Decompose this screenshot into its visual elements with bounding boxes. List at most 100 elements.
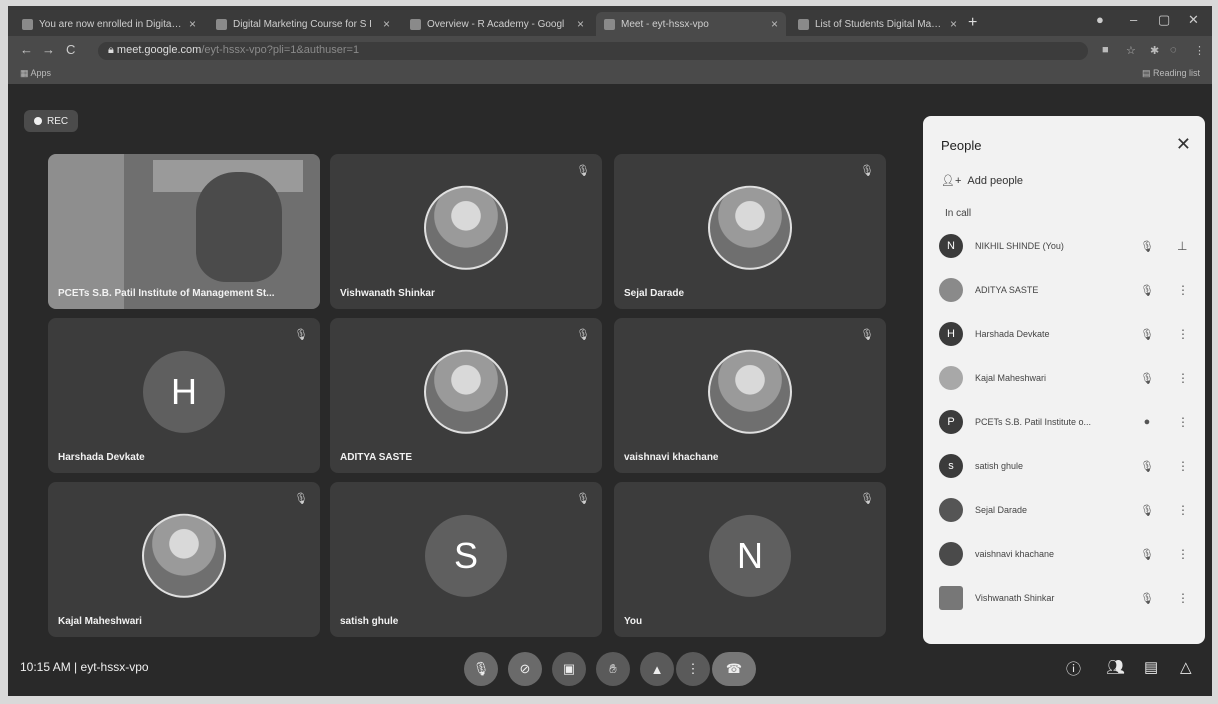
- participant-tile[interactable]: PCETs S.B. Patil Institute of Management…: [48, 154, 320, 309]
- forward-icon[interactable]: →: [42, 42, 55, 57]
- reload-icon[interactable]: C: [66, 42, 75, 57]
- participant-tile[interactable]: 🎙︎ vaishnavi khachane: [614, 318, 886, 473]
- mic-off-icon[interactable]: 🎙︎: [1137, 240, 1157, 253]
- reading-list-button[interactable]: ▤ Reading list: [1142, 68, 1200, 79]
- new-tab-button[interactable]: +: [968, 14, 977, 32]
- participant-name: Sejal Darade: [975, 505, 1028, 515]
- participant-name: ADITYA SASTE: [975, 285, 1039, 295]
- apps-shortcut[interactable]: ▦ Apps: [20, 68, 51, 79]
- people-icon[interactable]: 👥︎: [1106, 658, 1125, 676]
- more-vert-icon[interactable]: ⋮: [1177, 327, 1189, 341]
- profile-icon[interactable]: ●: [1096, 12, 1104, 27]
- add-people-button[interactable]: 👤︎+ Add people: [941, 174, 1023, 188]
- leave-call-button[interactable]: ☎︎: [712, 652, 756, 686]
- extensions-icon[interactable]: ✱: [1150, 44, 1159, 57]
- mic-off-icon[interactable]: 🎙︎: [1137, 372, 1157, 385]
- captions-button[interactable]: ▣: [552, 652, 586, 686]
- participant-avatar: [939, 586, 963, 610]
- mic-off-icon[interactable]: 🎙︎: [1137, 592, 1157, 605]
- participant-avatar: P: [939, 410, 963, 434]
- tab-close-icon[interactable]: ×: [577, 17, 584, 31]
- more-vert-icon[interactable]: ⋮: [1177, 415, 1189, 429]
- bookmark-star-icon[interactable]: ☆: [1126, 44, 1136, 57]
- tab-close-icon[interactable]: ×: [771, 17, 778, 31]
- participant-avatar: [142, 513, 226, 598]
- participant-row[interactable]: Kajal Maheshwari 🎙︎ ⋮: [939, 360, 1195, 396]
- meeting-info: 10:15 AM | eyt-hssx-vpo: [20, 660, 149, 674]
- participant-tile[interactable]: 🎙︎ S satish ghule: [330, 482, 602, 637]
- more-options-button[interactable]: ⋮: [676, 652, 710, 686]
- recording-indicator: REC: [24, 110, 79, 132]
- mic-off-icon[interactable]: 🎙︎: [1137, 284, 1157, 297]
- camera-toggle-button[interactable]: ⊘: [508, 652, 542, 686]
- participant-name: Harshada Devkate: [975, 329, 1050, 339]
- camera-in-use-icon[interactable]: ■: [1102, 44, 1109, 56]
- participant-row[interactable]: P PCETs S.B. Patil Institute o... ● ⋮: [939, 404, 1195, 440]
- participant-row[interactable]: N NIKHIL SHINDE (You) 🎙︎ ⊥: [939, 228, 1195, 264]
- window-close-icon[interactable]: ✕: [1188, 12, 1199, 28]
- browser-tab[interactable]: Digital Marketing Course for S I ×: [208, 12, 398, 36]
- microphone-toggle-button[interactable]: 🎙︎: [464, 652, 498, 686]
- mic-off-icon[interactable]: 🎙︎: [1137, 460, 1157, 473]
- participant-name: satish ghule: [340, 616, 399, 627]
- url-input[interactable]: 🔒︎ meet.google.com/eyt-hssx-vpo?pli=1&au…: [98, 42, 1088, 60]
- menu-icon[interactable]: ⋮: [1194, 44, 1205, 57]
- participant-row[interactable]: vaishnavi khachane 🎙︎ ⋮: [939, 536, 1195, 572]
- participant-name: vaishnavi khachane: [624, 452, 719, 463]
- mic-off-icon[interactable]: 🎙︎: [1137, 328, 1157, 341]
- participant-tile[interactable]: 🎙︎ Sejal Darade: [614, 154, 886, 309]
- close-icon[interactable]: ✕: [1176, 134, 1191, 155]
- meeting-code: eyt-hssx-vpo: [80, 660, 149, 674]
- more-vert-icon[interactable]: ⋮: [1177, 547, 1189, 561]
- participant-name: Kajal Maheshwari: [58, 616, 142, 627]
- more-vert-icon[interactable]: ⋮: [1177, 371, 1189, 385]
- tab-close-icon[interactable]: ×: [950, 17, 957, 31]
- mic-off-icon: 🎙︎: [860, 493, 874, 505]
- meeting-details-icon[interactable]: ⓘ: [1066, 658, 1081, 679]
- mic-off-icon: 🎙︎: [860, 165, 874, 177]
- participant-row[interactable]: s satish ghule 🎙︎ ⋮: [939, 448, 1195, 484]
- pin-icon[interactable]: ⊥: [1177, 239, 1187, 253]
- raise-hand-button[interactable]: ✋︎: [596, 652, 630, 686]
- mic-off-icon: 🎙︎: [294, 493, 308, 505]
- participant-tile[interactable]: 🎙︎ Kajal Maheshwari: [48, 482, 320, 637]
- browser-tab[interactable]: You are now enrolled in Digital S ×: [14, 12, 204, 36]
- participant-avatar: H: [143, 350, 225, 433]
- video-feed: [48, 154, 320, 309]
- maximize-icon[interactable]: ▢: [1158, 12, 1170, 28]
- browser-tab[interactable]: List of Students Digital Marketin ×: [790, 12, 965, 36]
- people-panel-title: People: [941, 138, 982, 153]
- tab-close-icon[interactable]: ×: [189, 17, 196, 31]
- tab-close-icon[interactable]: ×: [383, 17, 390, 31]
- more-vert-icon[interactable]: ⋮: [1177, 459, 1189, 473]
- more-vert-icon[interactable]: ⋮: [1177, 591, 1189, 605]
- present-screen-button[interactable]: ▲: [640, 652, 674, 686]
- more-vert-icon[interactable]: ⋮: [1177, 283, 1189, 297]
- back-icon[interactable]: ←: [20, 42, 33, 57]
- mic-off-icon[interactable]: 🎙︎: [1137, 504, 1157, 517]
- tab-label: Digital Marketing Course for S I: [233, 18, 372, 30]
- apps-label: Apps: [30, 68, 52, 78]
- reading-list-label: Reading list: [1152, 68, 1200, 78]
- meet-icon: [604, 18, 615, 30]
- participant-tile[interactable]: 🎙︎ ADITYA SASTE: [330, 318, 602, 473]
- mic-off-icon: 🎙︎: [576, 493, 590, 505]
- participant-row[interactable]: H Harshada Devkate 🎙︎ ⋮: [939, 316, 1195, 352]
- participant-tile[interactable]: 🎙︎ H Harshada Devkate: [48, 318, 320, 473]
- participant-avatar: [939, 366, 963, 390]
- participant-tile[interactable]: 🎙︎ Vishwanath Shinkar: [330, 154, 602, 309]
- browser-tab[interactable]: Overview - R Academy - Googl ×: [402, 12, 592, 36]
- meet-stage: REC PCETs S.B. Patil Institute of Manage…: [8, 84, 1212, 696]
- browser-tab-active[interactable]: Meet - eyt-hssx-vpo ×: [596, 12, 786, 36]
- chat-icon[interactable]: ▤: [1144, 658, 1158, 676]
- participant-avatar: N: [709, 514, 791, 597]
- participant-row[interactable]: Vishwanath Shinkar 🎙︎ ⋮: [939, 580, 1195, 616]
- participant-row[interactable]: ADITYA SASTE 🎙︎ ⋮: [939, 272, 1195, 308]
- account-icon[interactable]: ◌: [1170, 44, 1177, 56]
- participant-tile-self[interactable]: 🎙︎ N You: [614, 482, 886, 637]
- activities-icon[interactable]: △: [1180, 658, 1192, 676]
- more-vert-icon[interactable]: ⋮: [1177, 503, 1189, 517]
- mic-off-icon[interactable]: 🎙︎: [1137, 548, 1157, 561]
- participant-row[interactable]: Sejal Darade 🎙︎ ⋮: [939, 492, 1195, 528]
- minimize-icon[interactable]: –: [1130, 12, 1137, 27]
